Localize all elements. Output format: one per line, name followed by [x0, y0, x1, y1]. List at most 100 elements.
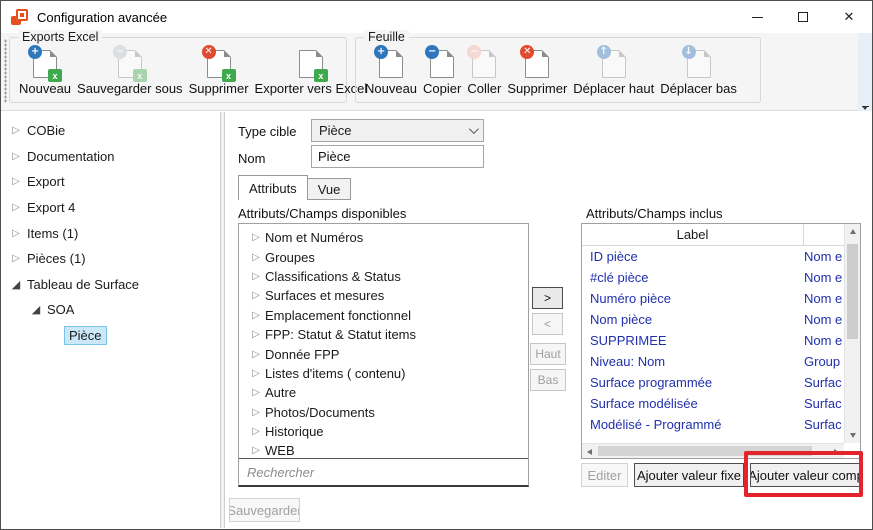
move-up-button[interactable]: Haut — [530, 343, 566, 365]
window-title: Configuration avancée — [37, 10, 167, 25]
toolbar-overflow-button[interactable] — [858, 33, 872, 111]
tree-item[interactable]: Pièce — [1, 323, 220, 349]
expander-icon[interactable]: ▷ — [249, 426, 263, 437]
scroll-right-icon[interactable] — [834, 449, 839, 455]
toolbar-button[interactable]: ↑ Déplacer haut — [570, 48, 657, 96]
tree-item[interactable]: ◢ Tableau de Surface — [1, 272, 220, 298]
expander-icon[interactable]: ▷ — [249, 407, 263, 418]
expander-icon[interactable]: ◢ — [9, 278, 23, 291]
toolbar-button[interactable]: x Exporter vers Excel — [252, 48, 371, 96]
expander-icon[interactable]: ▷ — [9, 228, 23, 239]
horizontal-scrollbar[interactable] — [582, 443, 844, 458]
tree-item[interactable]: ▷ Items (1) — [1, 220, 220, 246]
toolbar-button[interactable]: − Copier — [420, 48, 464, 96]
tree-item[interactable]: ◢ SOA — [1, 297, 220, 323]
column-header-label[interactable]: Label — [582, 224, 804, 245]
save-button[interactable]: Sauvegarder — [229, 498, 300, 522]
available-attribute-group[interactable]: ▷ FPP: Statut & Statut items — [239, 325, 528, 344]
expander-icon[interactable]: ▷ — [9, 151, 23, 162]
nom-label: Nom — [238, 151, 265, 166]
available-attribute-group[interactable]: ▷ Historique — [239, 422, 528, 441]
table-row[interactable]: SUPPRIMEE Nom e — [582, 330, 844, 351]
expander-icon[interactable]: ▷ — [9, 176, 23, 187]
available-attribute-group[interactable]: ▷ Groupes — [239, 247, 528, 266]
table-row[interactable]: Niveau: Nom Group — [582, 351, 844, 372]
action-badge-icon: + — [28, 45, 42, 59]
available-attribute-group[interactable]: ▷ Autre — [239, 383, 528, 402]
available-attribute-group[interactable]: ▷ Emplacement fonctionnel — [239, 306, 528, 325]
expander-icon[interactable]: ▷ — [249, 329, 263, 340]
tab-attributs[interactable]: Attributs — [238, 175, 308, 200]
expander-icon[interactable]: ▷ — [9, 202, 23, 213]
toolbar-button[interactable]: ✕ x Supprimer — [186, 48, 252, 96]
available-attribute-group[interactable]: ▷ WEB — [239, 441, 528, 458]
close-button[interactable]: ✕ — [826, 1, 872, 33]
remove-attribute-button[interactable]: < — [532, 313, 563, 335]
toolbar-button[interactable]: ✕ Supprimer — [504, 48, 570, 96]
minimize-button[interactable] — [734, 1, 780, 33]
cell-group: Surfac — [804, 375, 844, 390]
scroll-up-icon[interactable] — [850, 229, 856, 234]
expander-icon[interactable]: ▷ — [249, 252, 263, 263]
toolbar-button[interactable]: ↓ Déplacer bas — [657, 48, 740, 96]
add-attribute-button[interactable]: > — [532, 287, 563, 309]
table-row[interactable]: Nom pièce Nom e — [582, 309, 844, 330]
nom-input[interactable] — [311, 145, 484, 168]
expander-icon[interactable]: ▷ — [249, 290, 263, 301]
table-row[interactable]: Surface programmée Surfac — [582, 372, 844, 393]
available-attribute-group[interactable]: ▷ Classifications & Status — [239, 267, 528, 286]
add-fixed-value-button[interactable]: Ajouter valeur fixe — [634, 463, 744, 487]
expander-icon[interactable]: ▷ — [249, 387, 263, 398]
maximize-button[interactable] — [780, 1, 826, 33]
table-row[interactable]: ID pièce Nom e — [582, 246, 844, 267]
scroll-down-icon[interactable] — [850, 433, 856, 438]
tree-item[interactable]: ▷ Pièces (1) — [1, 246, 220, 272]
toolbar-button[interactable]: + Nouveau — [362, 48, 420, 96]
move-down-button[interactable]: Bas — [530, 369, 566, 391]
tree-item[interactable]: ▷ Documentation — [1, 144, 220, 170]
tree-item-label: Tableau de Surface — [23, 276, 143, 293]
expander-icon[interactable]: ▷ — [9, 253, 23, 264]
available-attribute-group[interactable]: ▷ Photos/Documents — [239, 403, 528, 422]
title-bar: Configuration avancée ✕ — [1, 1, 872, 33]
chevron-down-icon — [469, 124, 479, 134]
toolbar-button[interactable]: − Coller — [464, 48, 504, 96]
tree-item[interactable]: ▷ Export — [1, 169, 220, 195]
column-header-group[interactable] — [804, 224, 844, 245]
edit-button[interactable]: Editer — [581, 463, 628, 487]
horizontal-scroll-thumb[interactable] — [598, 446, 812, 456]
table-row[interactable]: Numéro pièce Nom e — [582, 288, 844, 309]
expander-icon[interactable]: ◢ — [29, 303, 43, 316]
document-icon: ↓ — [687, 50, 711, 78]
scroll-left-icon[interactable] — [587, 449, 592, 455]
available-attribute-group[interactable]: ▷ Surfaces et mesures — [239, 286, 528, 305]
toolbar-button[interactable]: + x Nouveau — [16, 48, 74, 96]
expander-icon[interactable]: ▷ — [249, 232, 263, 243]
available-attribute-group[interactable]: ▷ Listes d'items ( contenu) — [239, 364, 528, 383]
expander-icon[interactable]: ▷ — [249, 349, 263, 360]
expander-icon[interactable]: ▷ — [249, 271, 263, 282]
expander-icon[interactable]: ▷ — [249, 445, 263, 456]
add-computed-value-button[interactable]: Ajouter valeur comp — [750, 463, 862, 487]
search-input[interactable] — [239, 459, 528, 485]
vertical-scrollbar[interactable] — [844, 224, 860, 443]
tree-item[interactable]: ▷ COBie — [1, 118, 220, 144]
table-row[interactable]: Surface modélisée Surfac — [582, 393, 844, 414]
expander-icon[interactable]: ▷ — [249, 310, 263, 321]
available-attribute-group[interactable]: ▷ Nom et Numéros — [239, 228, 528, 247]
expander-icon[interactable]: ▷ — [249, 368, 263, 379]
toolbar-gripper[interactable] — [4, 39, 7, 103]
table-row[interactable]: #clé pièce Nom e — [582, 267, 844, 288]
type-cible-select[interactable]: Pièce — [311, 119, 484, 142]
toolbar-button[interactable]: − x Sauvegarder sous — [74, 48, 186, 96]
table-row[interactable]: Modélisé - Programmé Surfac — [582, 414, 844, 435]
document-icon: + — [379, 50, 403, 78]
app-icon — [11, 9, 28, 25]
tree-item[interactable]: ▷ Export 4 — [1, 195, 220, 221]
tab-vue[interactable]: Vue — [308, 178, 352, 200]
cell-label: Numéro pièce — [582, 291, 804, 306]
expander-icon[interactable]: ▷ — [9, 125, 23, 136]
panel-splitter[interactable] — [220, 112, 225, 528]
vertical-scroll-thumb[interactable] — [847, 244, 858, 339]
available-attribute-group[interactable]: ▷ Donnée FPP — [239, 344, 528, 363]
